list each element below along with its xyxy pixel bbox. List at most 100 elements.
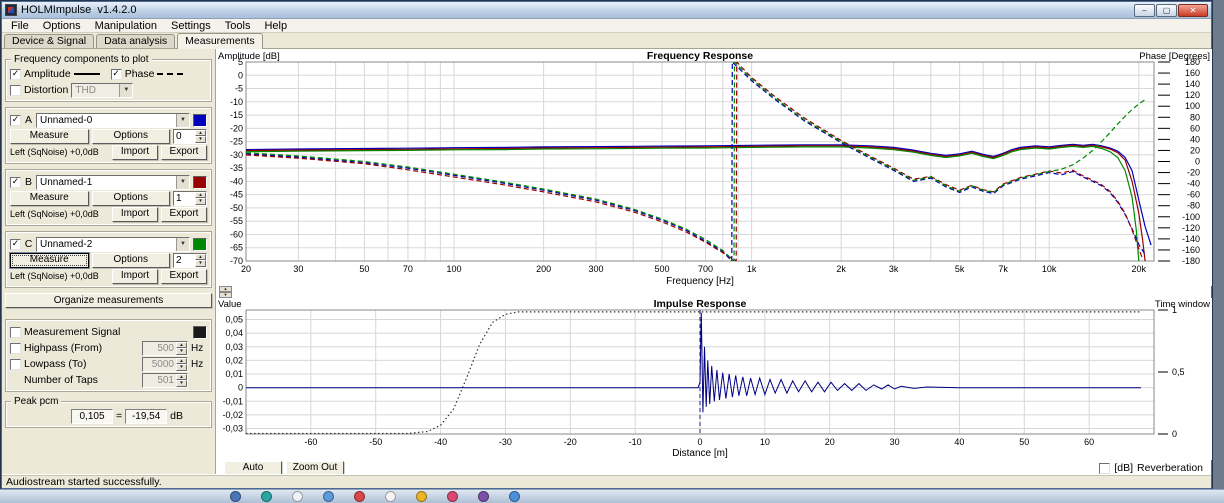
taskbar-app-icon[interactable] — [323, 491, 334, 502]
highpass-spinner[interactable]: 500 ▲▼ — [142, 341, 188, 356]
measurement-b-name-dropdown[interactable]: Unnamed-1 ▼ — [36, 175, 190, 190]
taskbar-app-icon[interactable] — [261, 491, 272, 502]
measurement-b-color-swatch[interactable] — [193, 176, 207, 189]
spin-down-icon[interactable]: ▼ — [176, 364, 187, 371]
amplitude-label: Amplitude — [24, 68, 71, 80]
options-button-c[interactable]: Options — [92, 253, 171, 268]
import-button-b[interactable]: Import — [112, 207, 158, 222]
taskbar[interactable] — [0, 489, 1224, 503]
taskbar-app-icon[interactable] — [478, 491, 489, 502]
db-reverberation-checkbox[interactable] — [1099, 463, 1110, 474]
svg-text:-160: -160 — [1182, 245, 1200, 255]
svg-text:Distance [m]: Distance [m] — [672, 448, 728, 459]
measurement-b-index-spinner[interactable]: 1 ▲▼ — [173, 191, 207, 206]
export-button-a[interactable]: Export — [161, 145, 207, 160]
phase-label: Phase — [125, 68, 155, 80]
measurement-a-gain-label: Left (SqNoise) +0,0dB — [10, 147, 109, 157]
svg-text:20k: 20k — [1132, 264, 1147, 274]
import-button-c[interactable]: Import — [112, 269, 158, 284]
amplitude-checkbox[interactable]: ✓ — [10, 69, 21, 80]
tab-measurements[interactable]: Measurements — [177, 33, 262, 49]
svg-text:0,01: 0,01 — [225, 369, 243, 379]
measurement-c-checkbox[interactable]: ✓ — [10, 239, 21, 250]
spin-down-icon[interactable]: ▼ — [195, 198, 206, 205]
svg-text:-20: -20 — [564, 437, 577, 447]
highpass-unit-label: Hz — [191, 343, 207, 354]
svg-text:Impulse Response: Impulse Response — [654, 298, 747, 310]
taskbar-app-icon[interactable] — [292, 491, 303, 502]
svg-text:Phase [Degrees]: Phase [Degrees] — [1139, 51, 1210, 62]
export-button-b[interactable]: Export — [161, 207, 207, 222]
measurement-a-checkbox[interactable]: ✓ — [10, 115, 21, 126]
measurement-signal-group: Measurement Signal Highpass (From) 500 ▲… — [5, 319, 212, 392]
taps-spinner[interactable]: 501 ▲▼ — [142, 373, 188, 388]
taskbar-app-icon[interactable] — [416, 491, 427, 502]
svg-text:200: 200 — [536, 264, 551, 274]
svg-text:0,05: 0,05 — [225, 315, 243, 325]
measurement-a-letter: A — [24, 114, 33, 126]
maximize-button[interactable]: ▢ — [1156, 4, 1177, 17]
svg-text:20: 20 — [1190, 145, 1200, 155]
frequency-response-chart[interactable]: 50-5-10-15-20-25-30-35-40-45-50-55-60-65… — [216, 49, 1212, 286]
svg-text:Frequency Response: Frequency Response — [647, 50, 753, 62]
taskbar-app-icon[interactable] — [354, 491, 365, 502]
taskbar-app-icon[interactable] — [385, 491, 396, 502]
options-button-b[interactable]: Options — [92, 191, 171, 206]
measurement-c-color-swatch[interactable] — [193, 238, 207, 251]
minimize-button[interactable]: – — [1134, 4, 1155, 17]
measurement-signal-checkbox[interactable] — [10, 327, 21, 338]
distortion-checkbox[interactable] — [10, 85, 21, 96]
import-button-a[interactable]: Import — [112, 145, 158, 160]
menu-settings[interactable]: Settings — [164, 20, 218, 32]
close-button[interactable]: ✕ — [1178, 4, 1208, 17]
menu-file[interactable]: File — [4, 20, 36, 32]
tab-device-signal[interactable]: Device & Signal — [4, 34, 94, 48]
lowpass-spinner[interactable]: 5000 ▲▼ — [142, 357, 188, 372]
export-button-c[interactable]: Export — [161, 269, 207, 284]
measurement-c-index-spinner[interactable]: 2 ▲▼ — [173, 253, 207, 268]
measurement-a-color-swatch[interactable] — [193, 114, 207, 127]
svg-text:160: 160 — [1185, 68, 1200, 78]
svg-text:0,04: 0,04 — [225, 328, 243, 338]
check-icon: ✓ — [12, 69, 20, 78]
menubar: File Options Manipulation Settings Tools… — [2, 19, 1211, 33]
measurement-b-name: Unnamed-1 — [37, 176, 176, 189]
tab-data-analysis[interactable]: Data analysis — [96, 34, 175, 48]
menu-options[interactable]: Options — [36, 20, 88, 32]
maximize-icon: ▢ — [1163, 6, 1171, 15]
menu-manipulation[interactable]: Manipulation — [88, 20, 164, 32]
lowpass-checkbox[interactable] — [10, 359, 21, 370]
titlebar[interactable]: HOLMImpulse v1.4.2.0 – ▢ ✕ — [2, 2, 1211, 19]
taskbar-app-icon[interactable] — [509, 491, 520, 502]
measurement-signal-color-swatch[interactable] — [193, 326, 207, 339]
distortion-type-dropdown[interactable]: THD ▼ — [71, 83, 133, 98]
menu-tools[interactable]: Tools — [218, 20, 258, 32]
measurement-b-checkbox[interactable]: ✓ — [10, 177, 21, 188]
svg-text:-35: -35 — [230, 163, 243, 173]
measurement-a-name-dropdown[interactable]: Unnamed-0 ▼ — [36, 113, 190, 128]
measurement-c-name-dropdown[interactable]: Unnamed-2 ▼ — [36, 237, 190, 252]
measurement-a-index-spinner[interactable]: 0 ▲▼ — [173, 129, 207, 144]
spin-down-icon[interactable]: ▼ — [176, 348, 187, 355]
options-button-a[interactable]: Options — [92, 129, 171, 144]
measure-button-b[interactable]: Measure — [10, 191, 89, 206]
menu-help[interactable]: Help — [257, 20, 294, 32]
chart-splitter[interactable]: ▲ ▼ — [216, 286, 1211, 298]
svg-text:0,03: 0,03 — [225, 342, 243, 352]
spin-down-icon[interactable]: ▼ — [195, 260, 206, 267]
taskbar-app-icon[interactable] — [447, 491, 458, 502]
spin-down-icon[interactable]: ▼ — [195, 136, 206, 143]
taskbar-app-icon[interactable] — [230, 491, 241, 502]
spin-down-icon[interactable]: ▼ — [176, 380, 187, 387]
organize-measurements-button[interactable]: Organize measurements — [5, 293, 212, 308]
phase-checkbox[interactable]: ✓ — [111, 69, 122, 80]
highpass-checkbox[interactable] — [10, 343, 21, 354]
svg-text:30: 30 — [293, 264, 303, 274]
measure-button-c[interactable]: Measure — [10, 253, 89, 268]
svg-text:-30: -30 — [230, 150, 243, 160]
svg-text:10k: 10k — [1042, 264, 1057, 274]
measure-button-a[interactable]: Measure — [10, 129, 89, 144]
db-label: [dB] — [1114, 462, 1133, 474]
frequency-components-title: Frequency components to plot — [11, 54, 152, 65]
impulse-response-chart[interactable]: 0,050,040,030,020,010-0,01-0,02-0,0310,5… — [216, 298, 1212, 460]
